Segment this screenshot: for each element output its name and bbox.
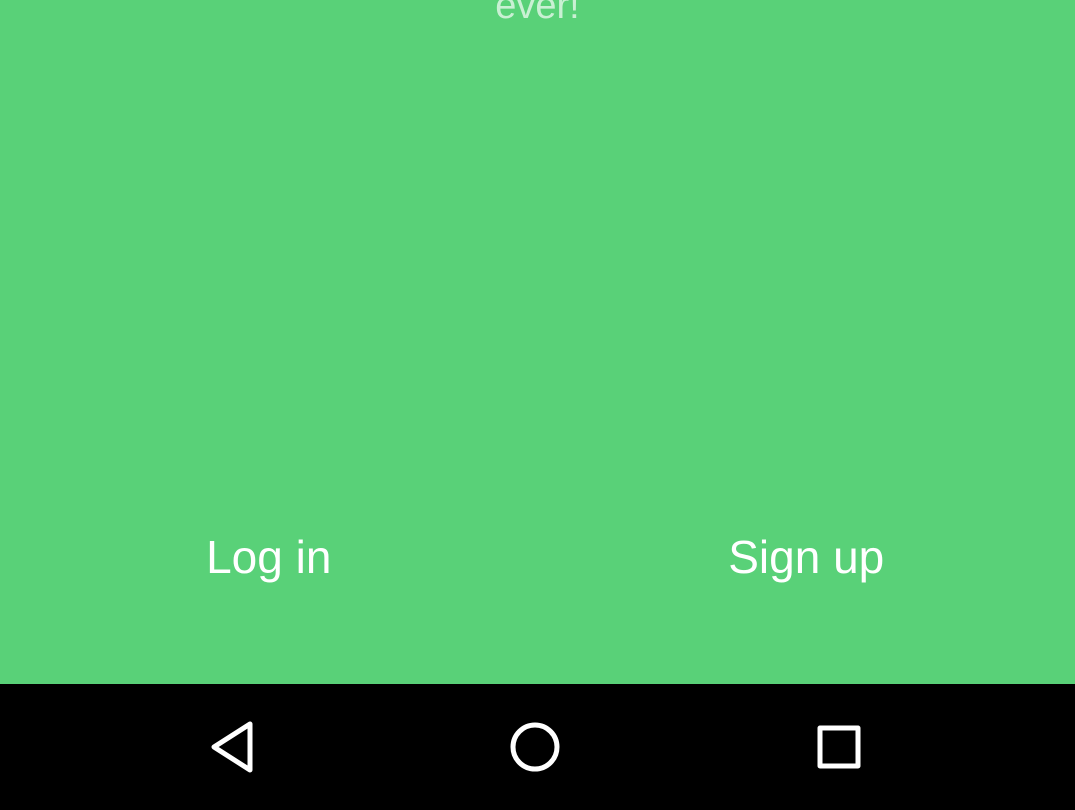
welcome-panel: ever! Log in Sign up — [0, 0, 1075, 684]
recents-square-icon — [817, 725, 861, 769]
home-circle-icon — [510, 722, 560, 772]
back-triangle-icon — [211, 721, 253, 773]
auth-actions: Log in Sign up — [0, 520, 1075, 594]
login-button[interactable]: Log in — [0, 520, 538, 594]
tagline-text: ever! — [495, 0, 580, 27]
app-screen: ever! Log in Sign up — [0, 0, 1075, 810]
back-button[interactable] — [188, 702, 278, 792]
home-button[interactable] — [490, 702, 580, 792]
recents-button[interactable] — [794, 702, 884, 792]
system-navigation-bar — [0, 684, 1075, 810]
signup-button[interactable]: Sign up — [538, 520, 1075, 594]
